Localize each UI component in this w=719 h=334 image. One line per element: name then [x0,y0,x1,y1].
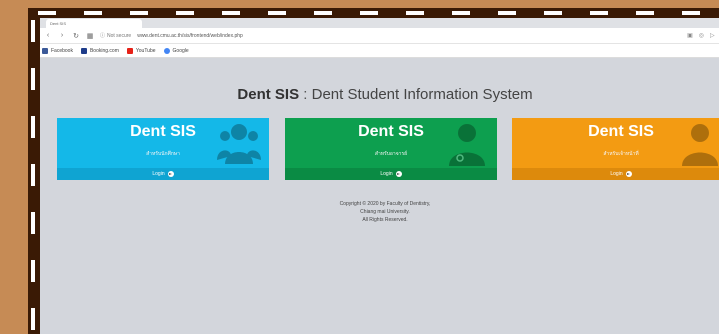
share-icon[interactable]: ▷ [710,32,715,39]
facebook-icon [42,47,48,54]
page-title-text: Dent Student Information System [311,86,533,103]
security-label: Not secure [107,32,132,39]
login-label: Login [380,171,393,177]
reload-icon[interactable]: ↻ [72,32,80,40]
apps-icon[interactable]: ▦ [86,32,94,40]
google-icon [163,47,170,54]
card-body: Dent SIS สำหรับเจ้าหน้าที่ [512,118,719,168]
page-content: Dent SIS : Dent Student Information Syst… [40,58,719,334]
login-label: Login [152,171,165,177]
login-link[interactable]: Login [512,168,719,180]
teacher-card[interactable]: Dent SIS สำหรับอาจารย์ Login [285,118,497,180]
card-body: Dent SIS สำหรับอาจารย์ [285,118,497,168]
info-icon: ⓘ [100,33,106,39]
copyright-line-3: All Rights Reserved. [362,217,408,223]
page-title-separator: : [303,86,308,103]
bookmark-google[interactable]: Google [163,47,189,54]
tab-strip: Dent SIS [40,18,719,28]
login-link[interactable]: Login [285,168,497,180]
youtube-icon [126,47,133,54]
bookmark-booking[interactable]: Booking.com [80,47,119,54]
frame-dash-top [38,11,718,15]
arrow-circle-icon [395,171,402,177]
users-icon [217,124,261,164]
forward-icon[interactable]: › [58,32,66,39]
staff-card[interactable]: Dent SIS สำหรับเจ้าหน้าที่ Login [512,118,719,180]
booking-icon [80,47,87,54]
bookmarks-bar: Facebook Booking.com YouTube Google [40,44,719,58]
user-icon [682,124,718,166]
frame-dash-left [31,20,35,334]
page-title-brand: Dent SIS [237,86,300,103]
bookmark-facebook[interactable]: Facebook [42,47,73,54]
student-card[interactable]: Dent SIS สำหรับนักศึกษา Login [57,118,269,180]
zoom-icon[interactable]: ◎ [699,32,704,39]
login-link[interactable]: Login [57,168,269,180]
bookmark-label: Booking.com [89,47,119,54]
bookmark-youtube[interactable]: YouTube [126,47,156,54]
back-icon[interactable]: ‹ [44,32,52,39]
copyright-line-1: Copyright © 2020 by Faculty of Dentistry… [339,201,431,207]
copyright-line-2: Chiang mai University. [360,209,410,215]
login-label: Login [610,171,623,177]
browser-toolbar: ‹ › ↻ ▦ ⓘ Not secure www.dent.cmu.ac.th/… [40,28,719,44]
bookmark-label: YouTube [135,47,156,54]
toolbar-actions: ▣ ◎ ▷ ⚙ [687,32,719,39]
address-bar[interactable]: www.dent.cmu.ac.th/sis/frontend/web/inde… [137,33,243,39]
page-title: Dent SIS : Dent Student Information Syst… [40,86,719,103]
bookmark-label: Facebook [51,47,73,54]
arrow-circle-icon [625,171,632,177]
doctor-icon [449,124,485,166]
browser-tab[interactable]: Dent SIS [46,19,142,28]
arrow-circle-icon [167,171,174,177]
security-indicator[interactable]: ⓘ Not secure [100,32,132,40]
card-body: Dent SIS สำหรับนักศึกษา [57,118,269,168]
bookmark-label: Google [172,47,189,54]
browser-window: Dent SIS ‹ › ↻ ▦ ⓘ Not secure www.dent.c… [40,18,719,334]
copyright-footer: Copyright © 2020 by Faculty of Dentistry… [40,200,719,224]
extensions-icon[interactable]: ▣ [687,32,693,39]
